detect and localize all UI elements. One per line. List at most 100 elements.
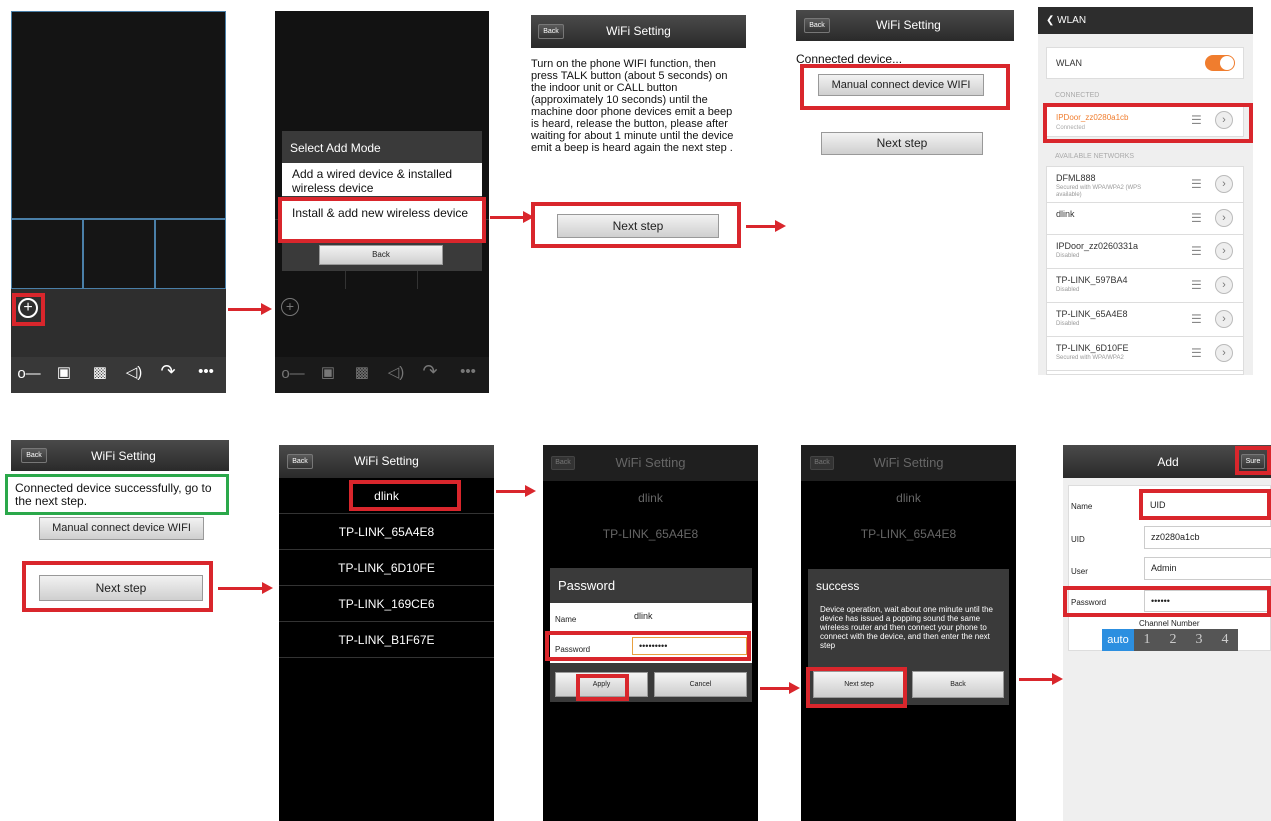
uid-input[interactable]: zz0280a1cb (1144, 526, 1271, 549)
wlan-toggle-switch[interactable] (1205, 55, 1235, 71)
video-pane-3[interactable] (155, 219, 226, 289)
title-bar: Back WiFi Setting (796, 10, 1014, 41)
wifi-row[interactable]: TP-LINK_169CE6 (279, 586, 494, 622)
page-title: WiFi Setting (606, 24, 671, 38)
available-section-header: AVAILABLE NETWORKS (1055, 153, 1135, 160)
wifi-signal-icon: ☰ › (1191, 309, 1243, 330)
manual-connect-button[interactable]: Manual connect device WIFI (818, 74, 984, 96)
speaker-icon[interactable]: ◁) (385, 363, 407, 381)
handset-icon[interactable]: ↷ (419, 361, 441, 382)
bottom-toolbar: o— ▣ ▩ ◁) ↷ ••• (11, 357, 226, 393)
connected-network-row[interactable]: IPDoor_zz0280a1cb Connected ☰ › (1046, 105, 1244, 137)
name-input[interactable]: dlink (628, 606, 748, 628)
wifi-signal-icon: ☰ › (1191, 111, 1243, 131)
more-icon[interactable]: ••• (195, 363, 217, 380)
dialog-title: Password (558, 578, 616, 593)
arrow-4 (218, 582, 273, 594)
name-input[interactable]: UID (1144, 495, 1271, 517)
screen-wifi-setting-instructions: Back WiFi Setting Turn on the phone WIFI… (531, 15, 746, 250)
next-step-button[interactable]: Next step (39, 575, 203, 601)
bottom-toolbar: o— ▣ ▩ ◁) ↷ ••• (275, 357, 489, 393)
details-chevron-icon[interactable]: › (1215, 309, 1233, 328)
screen-wifi-connected-success: Back WiFi Setting Connected device succe… (11, 440, 229, 620)
camera-icon[interactable]: ▣ (53, 363, 75, 381)
arrow-7 (1019, 673, 1063, 685)
dialog-title: success (816, 579, 860, 593)
camera-icon[interactable]: ▣ (317, 363, 339, 381)
network-name: TP-LINK_65A4E8 (1056, 309, 1128, 319)
channel-selector[interactable]: auto 1 2 3 4 (1102, 629, 1238, 651)
next-step-button[interactable]: Next step (813, 671, 905, 698)
wlan-header-title: WLAN (1057, 15, 1087, 26)
details-chevron-icon[interactable]: › (1215, 174, 1233, 193)
channel-1[interactable]: 1 (1134, 629, 1160, 651)
back-button[interactable]: Back (810, 456, 834, 470)
video-pane-1[interactable] (11, 219, 83, 289)
details-chevron-icon[interactable]: › (1215, 343, 1233, 362)
back-chevron-icon[interactable]: ❮ (1046, 15, 1057, 26)
network-row-tplink-65a4e8[interactable]: TP-LINK_65A4E8 Disabled ☰ › (1047, 303, 1243, 337)
details-chevron-icon[interactable]: › (1215, 241, 1233, 260)
success-dialog: success Device operation, wait about one… (808, 569, 1009, 705)
wifi-row[interactable]: TP-LINK_65A4E8 (279, 514, 494, 550)
network-name: TP-LINK_597BA4 (1056, 275, 1128, 285)
back-button[interactable]: Back (551, 456, 575, 470)
details-chevron-icon[interactable]: › (1215, 208, 1233, 227)
password-input[interactable]: •••••• (1144, 590, 1271, 612)
option-wired-device[interactable]: Add a wired device & installed wireless … (282, 163, 482, 196)
next-step-button[interactable]: Next step (821, 132, 983, 155)
channel-4[interactable]: 4 (1212, 629, 1238, 651)
network-row-ipdoor[interactable]: IPDoor_zz0260331a Disabled ☰ › (1047, 235, 1243, 269)
network-row-tplink-597ba4[interactable]: TP-LINK_597BA4 Disabled ☰ › (1047, 269, 1243, 303)
sure-button[interactable]: Sure (1241, 454, 1265, 469)
password-input[interactable]: ••••••••• (632, 637, 747, 655)
apply-button[interactable]: Apply (555, 672, 648, 697)
option-new-wireless-device[interactable]: Install & add new wireless device (282, 198, 482, 240)
wifi-signal-icon: ☰ › (1191, 174, 1243, 195)
network-detail: Disabled (1056, 287, 1080, 293)
channel-3[interactable]: 3 (1186, 629, 1212, 651)
main-video-pane[interactable] (11, 11, 226, 219)
back-button[interactable]: Back (804, 18, 830, 33)
video-icon[interactable]: ▩ (89, 363, 111, 381)
wifi-row[interactable]: TP-LINK_6D10FE (279, 550, 494, 586)
network-row-dfml888[interactable]: DFML888 Secured with WPA/WPA2 (WPS avail… (1047, 167, 1243, 203)
screen-wifi-list: Back WiFi Setting dlink TP-LINK_65A4E8 T… (279, 445, 494, 821)
wifi-row[interactable]: TP-LINK_B1F67E (279, 622, 494, 658)
network-row-tplink-6d10fe[interactable]: TP-LINK_6D10FE Secured with WPA/WPA2 ☰ › (1047, 337, 1243, 371)
handset-icon[interactable]: ↷ (157, 361, 179, 382)
speaker-icon[interactable]: ◁) (123, 363, 145, 381)
title-bar: Add Sure (1063, 445, 1271, 478)
back-button[interactable]: Back (21, 448, 47, 463)
instructions-text: Turn on the phone WIFI function, then pr… (531, 58, 734, 154)
back-button[interactable]: Back (319, 245, 443, 265)
back-button[interactable]: Back (287, 454, 313, 469)
video-pane-2[interactable] (83, 219, 155, 289)
arrow-5 (496, 485, 536, 497)
add-device-button[interactable]: + (18, 298, 38, 318)
add-device-button[interactable]: + (281, 298, 299, 316)
key-icon[interactable]: o— (15, 365, 43, 382)
cancel-button[interactable]: Cancel (654, 672, 747, 697)
network-row-dlink[interactable]: dlink ☰ › (1047, 203, 1243, 235)
back-button[interactable]: Back (538, 24, 564, 39)
user-input[interactable]: Admin (1144, 557, 1271, 580)
channel-2[interactable]: 2 (1160, 629, 1186, 651)
wlan-header: ❮ WLAN (1038, 7, 1253, 34)
video-icon[interactable]: ▩ (351, 363, 373, 381)
password-label: Password (555, 645, 591, 654)
manual-connect-button[interactable]: Manual connect device WIFI (39, 517, 204, 540)
arrow-2 (490, 211, 534, 223)
details-chevron-icon[interactable]: › (1215, 275, 1233, 294)
back-button[interactable]: Back (912, 671, 1004, 698)
details-chevron-icon[interactable]: › (1215, 111, 1233, 129)
screen-password-dialog: WiFi Setting Back dlink TP-LINK_65A4E8 P… (543, 445, 758, 821)
more-icon[interactable]: ••• (457, 363, 479, 380)
page-title: WiFi Setting (354, 454, 419, 468)
channel-auto[interactable]: auto (1102, 629, 1134, 651)
wifi-row[interactable]: dlink (279, 478, 494, 514)
key-icon[interactable]: o— (279, 365, 307, 382)
name-label: Name (1071, 502, 1093, 511)
next-step-button[interactable]: Next step (557, 214, 719, 238)
wlan-toggle-row[interactable]: WLAN (1046, 47, 1244, 79)
